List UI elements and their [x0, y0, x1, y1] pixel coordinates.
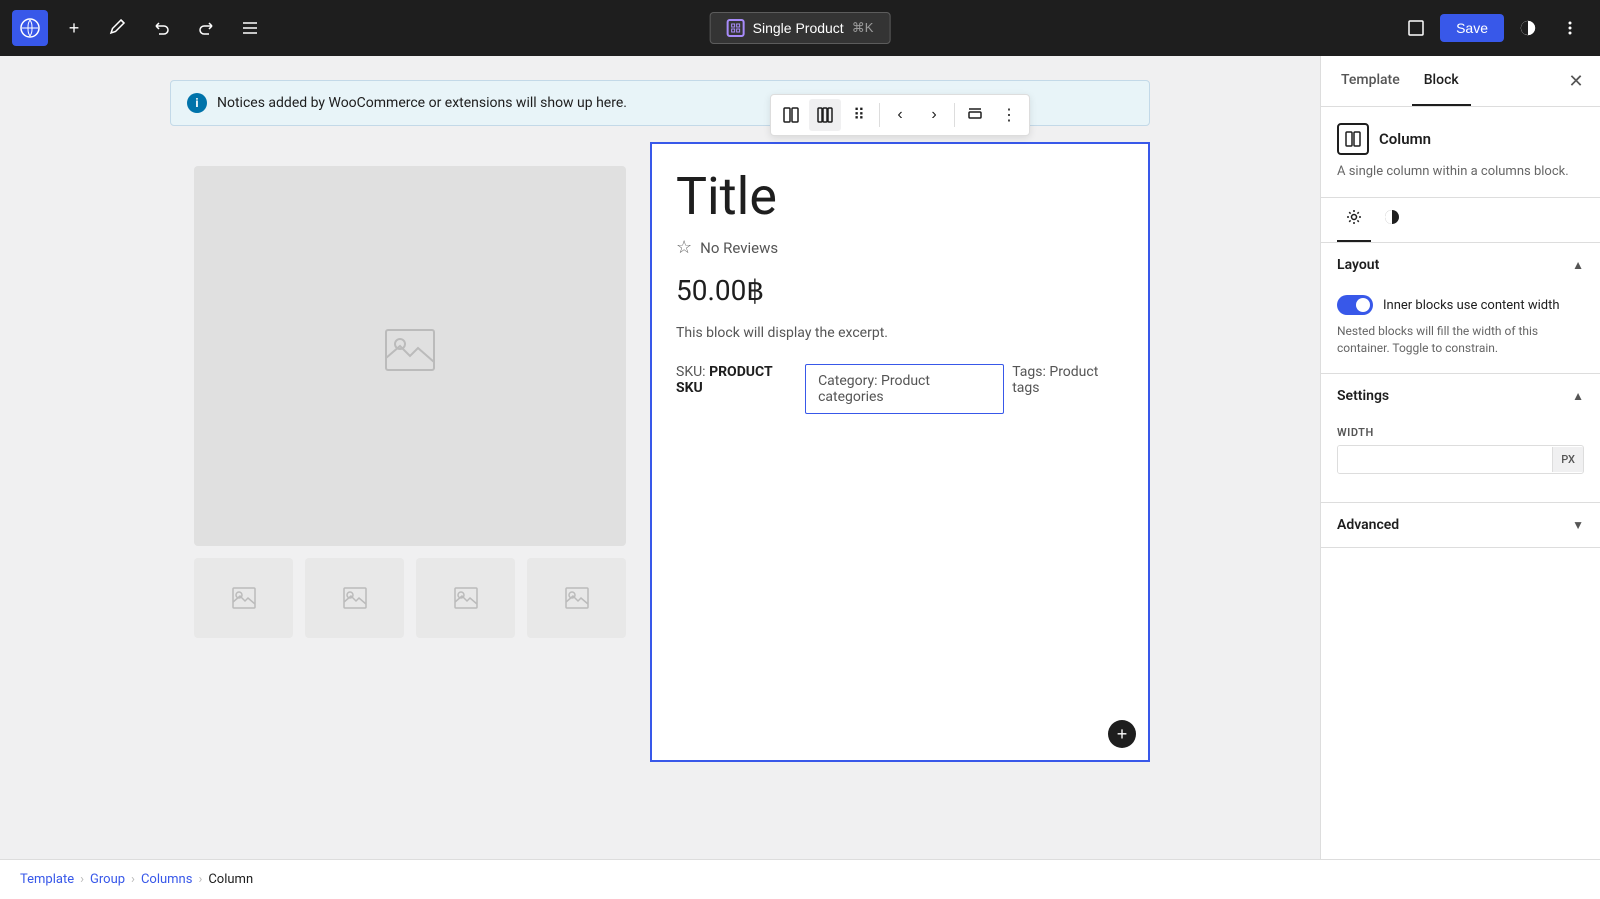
thumbnail-4	[527, 558, 626, 638]
main-area: i Notices added by WooCommerce or extens…	[0, 56, 1600, 859]
settings-section-body: WIDTH PX	[1321, 418, 1600, 502]
product-title: Title	[676, 168, 1124, 225]
single-product-label: Single Product	[753, 20, 844, 36]
more-options-button[interactable]	[1552, 10, 1588, 46]
keyboard-shortcut: ⌘K	[852, 20, 874, 36]
toolbar-divider-2	[954, 103, 955, 127]
view-button[interactable]	[1398, 10, 1434, 46]
product-category: Category: Product categories	[805, 364, 1004, 414]
undo-button[interactable]	[144, 10, 180, 46]
advanced-chevron-icon: ▼	[1572, 518, 1584, 532]
breadcrumb-sep-1: ›	[80, 872, 84, 887]
toolbar-more-btn[interactable]: ⋮	[993, 99, 1025, 131]
width-input[interactable]	[1338, 446, 1552, 473]
redo-button[interactable]	[188, 10, 224, 46]
document-title-area: Single Product ⌘K	[710, 12, 891, 44]
edit-mode-button[interactable]	[100, 10, 136, 46]
breadcrumb-sep-3: ›	[198, 872, 202, 887]
breadcrumb-group[interactable]: Group	[90, 872, 125, 887]
right-panel: Template Block ✕ Column A single column …	[1320, 56, 1600, 859]
product-sku: SKU: PRODUCT SKU	[676, 364, 797, 414]
toolbar-columns-btn[interactable]	[809, 99, 841, 131]
thumbnail-2	[305, 558, 404, 638]
save-button[interactable]: Save	[1440, 14, 1504, 42]
product-layout: ⠿ ‹ › ⋮ Title ☆ No Reviews	[170, 142, 1150, 762]
product-thumbnails	[194, 558, 626, 638]
block-name-row: Column	[1337, 123, 1584, 155]
styles-button[interactable]	[1510, 10, 1546, 46]
layout-section-header[interactable]: Layout ▲	[1321, 243, 1600, 287]
inner-blocks-toggle[interactable]	[1337, 295, 1373, 315]
inner-blocks-toggle-row: Inner blocks use content width	[1337, 295, 1584, 315]
product-excerpt: This block will display the excerpt.	[676, 323, 1124, 344]
settings-section-title: Settings	[1337, 388, 1389, 404]
product-content-wrapper: ⠿ ‹ › ⋮ Title ☆ No Reviews	[650, 142, 1150, 762]
block-toolbar: ⠿ ‹ › ⋮	[770, 94, 1030, 136]
toolbar-align-btn[interactable]	[959, 99, 991, 131]
rating-text: No Reviews	[700, 239, 778, 257]
add-block-button[interactable]: +	[56, 10, 92, 46]
layout-section-body: Inner blocks use content width Nested bl…	[1321, 287, 1600, 373]
thumbnail-1	[194, 558, 293, 638]
breadcrumb-current: Column	[208, 872, 253, 887]
info-icon: i	[187, 93, 207, 113]
breadcrumb-columns[interactable]: Columns	[141, 872, 193, 887]
layout-section-title: Layout	[1337, 257, 1379, 273]
settings-tab-gear[interactable]	[1337, 198, 1371, 242]
tab-template[interactable]: Template	[1329, 56, 1412, 106]
panel-header: Template Block ✕	[1321, 56, 1600, 107]
document-overview-button[interactable]	[232, 10, 268, 46]
toolbar-drag-btn[interactable]: ⠿	[843, 99, 875, 131]
unit-label: PX	[1552, 447, 1583, 472]
settings-tab-styles[interactable]	[1375, 198, 1409, 242]
image-placeholder-icon	[378, 318, 442, 394]
settings-section: Settings ▲ WIDTH PX	[1321, 374, 1600, 503]
panel-close-button[interactable]: ✕	[1560, 65, 1592, 97]
breadcrumb-template[interactable]: Template	[20, 872, 74, 887]
advanced-section: Advanced ▼	[1321, 503, 1600, 548]
product-main-image	[194, 166, 626, 546]
product-image-column	[170, 142, 650, 762]
product-content-column[interactable]: Title ☆ No Reviews 50.00฿ This block wil…	[650, 142, 1150, 762]
product-price: 50.00฿	[676, 274, 1124, 307]
width-setting-row: WIDTH PX	[1337, 426, 1584, 474]
wp-logo-icon[interactable]	[12, 10, 48, 46]
toggle-knob	[1356, 298, 1370, 312]
advanced-section-title: Advanced	[1337, 517, 1399, 533]
tab-block[interactable]: Block	[1412, 56, 1471, 106]
block-description: A single column within a columns block.	[1337, 163, 1584, 181]
toggle-description: Nested blocks will fill the width of thi…	[1337, 323, 1584, 357]
toolbar-prev-btn[interactable]: ‹	[884, 99, 916, 131]
right-toolbar: Save	[1398, 10, 1588, 46]
notice-text: Notices added by WooCommerce or extensio…	[217, 95, 627, 111]
advanced-section-header[interactable]: Advanced ▼	[1321, 503, 1600, 547]
panel-settings-tabs	[1321, 198, 1600, 243]
product-template-icon	[727, 19, 745, 37]
block-info: Column A single column within a columns …	[1321, 107, 1600, 198]
width-label: WIDTH	[1337, 426, 1584, 439]
product-rating: ☆ No Reviews	[676, 237, 1124, 258]
product-meta: SKU: PRODUCT SKU Category: Product categ…	[676, 364, 1124, 414]
toolbar-layout-btn[interactable]	[775, 99, 807, 131]
settings-chevron-icon: ▲	[1572, 389, 1584, 403]
thumbnail-3	[416, 558, 515, 638]
layout-section: Layout ▲ Inner blocks use content width …	[1321, 243, 1600, 374]
toggle-label: Inner blocks use content width	[1383, 298, 1560, 313]
settings-section-header[interactable]: Settings ▲	[1321, 374, 1600, 418]
block-name-label: Column	[1379, 130, 1431, 148]
panel-content: Layout ▲ Inner blocks use content width …	[1321, 243, 1600, 859]
star-icon: ☆	[676, 237, 692, 258]
width-input-group: PX	[1337, 445, 1584, 474]
layout-chevron-icon: ▲	[1572, 258, 1584, 272]
product-tags: Tags: Product tags	[1012, 364, 1124, 414]
block-type-icon	[1337, 123, 1369, 155]
top-toolbar: + Single Product ⌘K Save	[0, 0, 1600, 56]
add-block-button-inline[interactable]: +	[1108, 720, 1136, 748]
breadcrumb-bar: Template › Group › Columns › Column	[0, 859, 1600, 899]
breadcrumb-sep-2: ›	[131, 872, 135, 887]
editor-area: i Notices added by WooCommerce or extens…	[0, 56, 1320, 859]
single-product-button[interactable]: Single Product ⌘K	[710, 12, 891, 44]
toolbar-next-btn[interactable]: ›	[918, 99, 950, 131]
toolbar-divider-1	[879, 103, 880, 127]
